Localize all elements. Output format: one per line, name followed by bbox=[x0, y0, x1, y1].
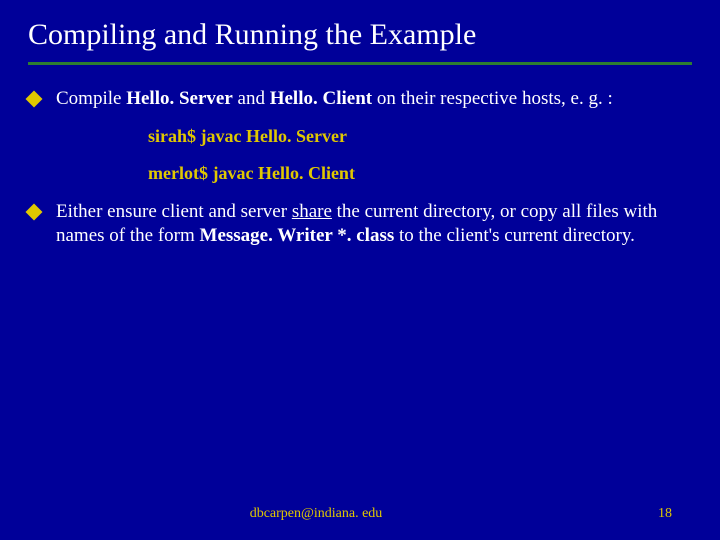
bullet-item-2: Either ensure client and server share th… bbox=[28, 200, 692, 249]
bullet-text-1: Compile Hello. Server and Hello. Client … bbox=[56, 87, 613, 112]
diamond-icon bbox=[26, 203, 43, 220]
title-divider bbox=[28, 62, 692, 65]
bold-text: Hello. Client bbox=[270, 88, 372, 109]
slide-title: Compiling and Running the Example bbox=[28, 18, 692, 52]
text-fragment: to the client's current directory. bbox=[394, 225, 635, 246]
slide: Compiling and Running the Example Compil… bbox=[0, 0, 720, 249]
bold-text: Message. Writer *. class bbox=[200, 225, 395, 246]
code-line-2: merlot$ javac Hello. Client bbox=[148, 163, 692, 184]
bullet-text-2: Either ensure client and server share th… bbox=[56, 200, 692, 249]
bullet-item-1: Compile Hello. Server and Hello. Client … bbox=[28, 87, 692, 112]
footer-email: dbcarpen@indiana. edu bbox=[0, 506, 632, 522]
text-fragment: Either ensure client and server bbox=[56, 201, 292, 222]
diamond-icon bbox=[26, 91, 43, 108]
slide-footer: dbcarpen@indiana. edu 18 bbox=[0, 506, 720, 522]
footer-page-number: 18 bbox=[632, 506, 672, 522]
bold-text: Hello. Server bbox=[126, 88, 233, 109]
text-fragment: Compile bbox=[56, 88, 126, 109]
underline-text: share bbox=[292, 201, 332, 222]
text-fragment: and bbox=[233, 88, 270, 109]
text-fragment: on their respective hosts, e. g. : bbox=[372, 88, 613, 109]
code-block: sirah$ javac Hello. Server merlot$ javac… bbox=[148, 126, 692, 184]
code-line-1: sirah$ javac Hello. Server bbox=[148, 126, 692, 147]
